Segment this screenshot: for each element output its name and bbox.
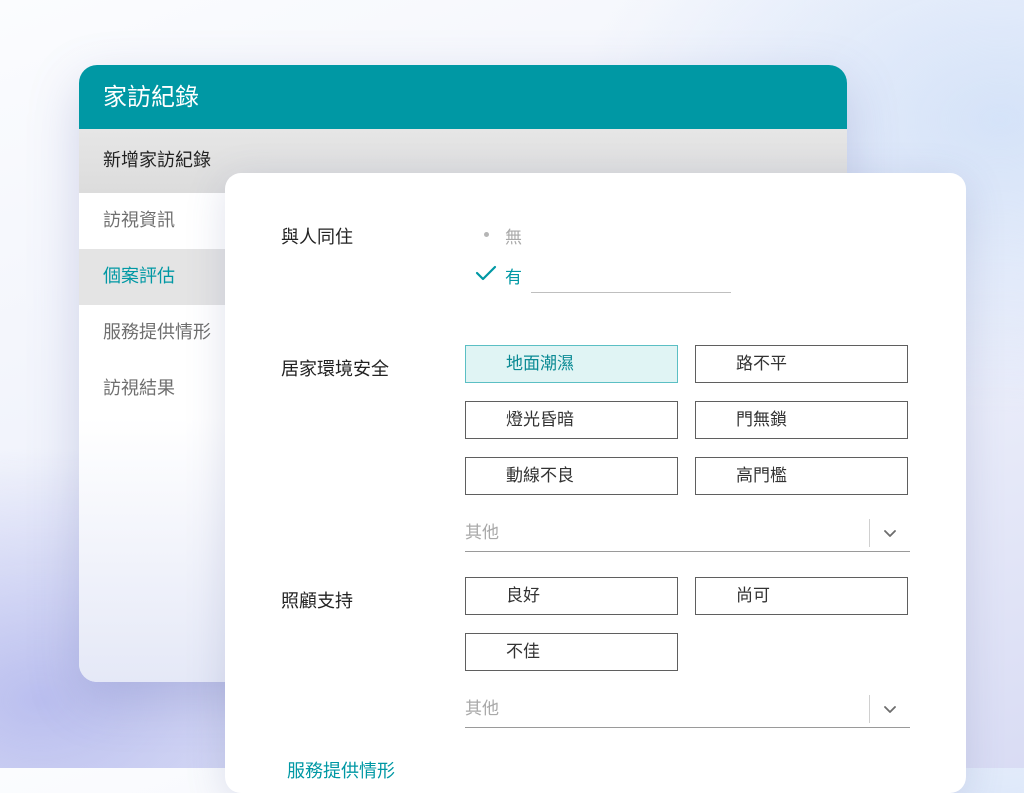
home-safety-option-uneven-path[interactable]: 路不平 <box>695 345 908 383</box>
care-support-other-placeholder: 其他 <box>465 699 499 719</box>
cohabit-option-no-label: 無 <box>505 228 522 248</box>
home-safety-option-wet-floor[interactable]: 地面潮濕 <box>465 345 678 383</box>
home-safety-option-high-threshold[interactable]: 高門檻 <box>695 457 908 495</box>
home-safety-label: 居家環境安全 <box>281 359 389 380</box>
cohabit-detail-input[interactable] <box>531 292 731 293</box>
home-safety-option-dim-light[interactable]: 燈光昏暗 <box>465 401 678 439</box>
care-support-option-good[interactable]: 良好 <box>465 577 678 615</box>
chevron-down-icon[interactable] <box>882 701 898 717</box>
cohabit-option-no[interactable]: 無 <box>475 223 535 248</box>
care-support-label: 照顧支持 <box>281 591 353 612</box>
home-safety-other-placeholder: 其他 <box>465 523 499 543</box>
cohabit-option-yes[interactable]: 有 <box>475 263 535 288</box>
select-divider <box>869 519 870 547</box>
select-divider <box>869 695 870 723</box>
check-icon <box>475 265 497 281</box>
case-assessment-form: 與人同住 無 有 居家環境安全 地面潮濕 路不平 燈光昏暗 門無鎖 動線不良 高… <box>225 173 966 793</box>
home-safety-option-no-lock[interactable]: 門無鎖 <box>695 401 908 439</box>
next-section-link[interactable]: 服務提供情形 <box>287 757 395 783</box>
window-title: 家訪紀錄 <box>79 65 847 129</box>
care-support-option-fair[interactable]: 尚可 <box>695 577 908 615</box>
cohabit-option-yes-label: 有 <box>505 268 522 288</box>
home-safety-other-select[interactable]: 其他 <box>465 515 910 552</box>
cohabit-label: 與人同住 <box>281 227 353 248</box>
care-support-other-select[interactable]: 其他 <box>465 691 910 728</box>
home-safety-option-poor-flow[interactable]: 動線不良 <box>465 457 678 495</box>
care-support-option-poor[interactable]: 不佳 <box>465 633 678 671</box>
bullet-dot-icon <box>484 232 489 237</box>
chevron-down-icon[interactable] <box>882 525 898 541</box>
